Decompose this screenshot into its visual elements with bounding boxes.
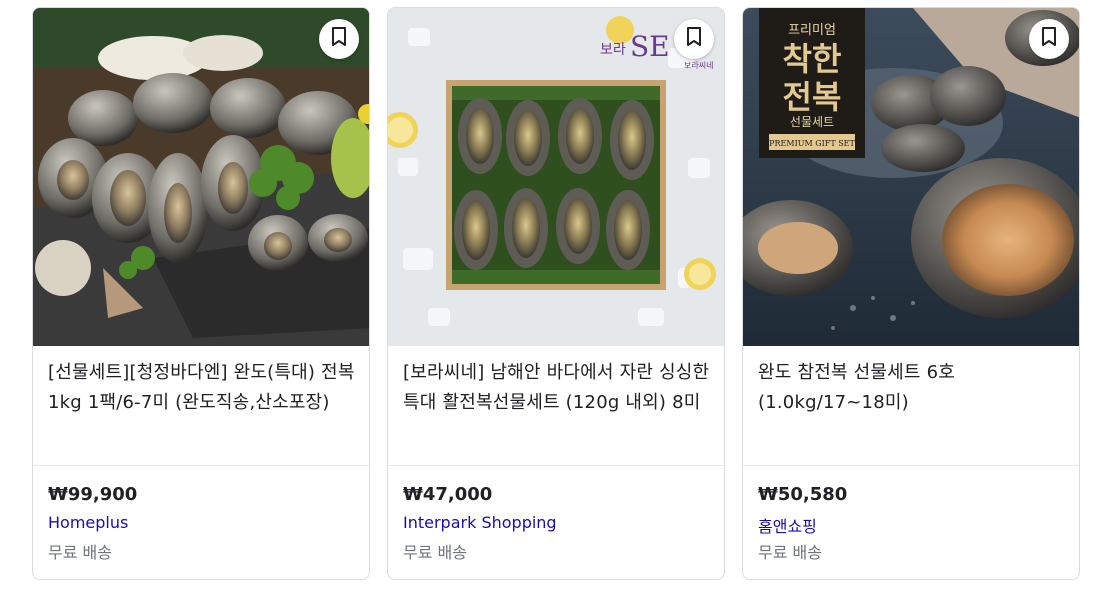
save-button[interactable] [674,19,714,59]
product-title[interactable]: [보라씨네] 남해안 바다에서 자란 싱싱한 특대 활전복선물세트 (120g … [403,358,712,418]
product-image[interactable]: 보라 SE 네 보라씨네 [388,8,724,346]
divider [388,465,724,466]
shipping-info: 무료 배송 [758,543,822,562]
product-image[interactable] [33,8,369,346]
svg-text:PREMIUM GIFT SET: PREMIUM GIFT SET [769,139,855,148]
product-image[interactable]: 프리미엄 착한 전복 선물세트 PREMIUM GIFT SET [743,8,1079,346]
svg-text:선물세트: 선물세트 [790,115,834,129]
product-price: ₩99,900 [48,484,138,505]
product-card[interactable]: 보라 SE 네 보라씨네 [보라씨네] 남해안 바다에서 자란 싱싱한 특대 활… [387,7,725,580]
shipping-info: 무료 배송 [48,543,112,562]
product-card[interactable]: [선물세트][청정바다엔] 완도(특대) 전복 1kg 1팩/6-7미 (완도직… [32,7,370,580]
merchant-link[interactable]: 홈앤쇼핑 [758,513,817,537]
product-title[interactable]: 완도 참전복 선물세트 6호 (1.0kg/17~18미) [758,358,1067,418]
svg-text:SE: SE [630,30,670,63]
merchant-link[interactable]: Interpark Shopping [403,513,557,532]
product-price: ₩50,580 [758,484,848,505]
bookmark-icon [331,27,347,51]
svg-text:착한: 착한 [783,40,842,78]
save-button[interactable] [1029,19,1069,59]
bookmark-icon [1041,27,1057,51]
divider [743,465,1079,466]
product-title[interactable]: [선물세트][청정바다엔] 완도(특대) 전복 1kg 1팩/6-7미 (완도직… [48,358,357,418]
product-card[interactable]: 프리미엄 착한 전복 선물세트 PREMIUM GIFT SET 완도 참전복 … [742,7,1080,580]
divider [33,465,369,466]
svg-text:보라씨네: 보라씨네 [684,61,713,70]
svg-text:보라: 보라 [600,42,626,58]
bookmark-icon [686,27,702,51]
svg-text:전복: 전복 [783,78,842,116]
save-button[interactable] [319,19,359,59]
shipping-info: 무료 배송 [403,543,467,562]
product-price: ₩47,000 [403,484,493,505]
merchant-link[interactable]: Homeplus [48,513,128,532]
label-top: 프리미엄 [788,23,836,38]
